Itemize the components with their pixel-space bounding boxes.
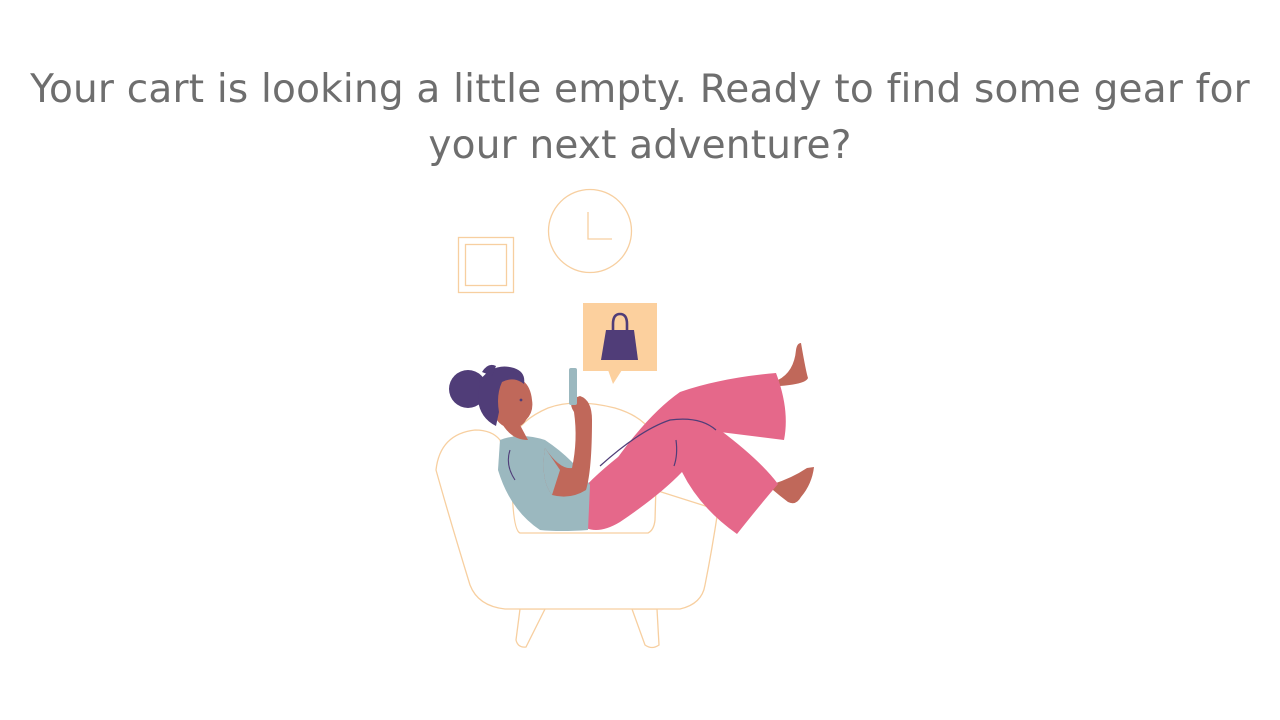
empty-cart-illustration bbox=[435, 188, 814, 649]
phone-icon bbox=[569, 368, 577, 405]
shopping-bubble bbox=[583, 303, 657, 384]
picture-frame-icon bbox=[457, 236, 515, 294]
empty-cart-message-line-1: Your cart is looking a little empty. Rea… bbox=[30, 67, 1250, 112]
empty-cart-message-line-2: your next adventure? bbox=[428, 123, 852, 168]
clock-icon bbox=[547, 188, 633, 274]
empty-cart-message: Your cart is looking a little empty. Rea… bbox=[0, 62, 1280, 174]
empty-cart-page: Your cart is looking a little empty. Rea… bbox=[0, 0, 1280, 720]
